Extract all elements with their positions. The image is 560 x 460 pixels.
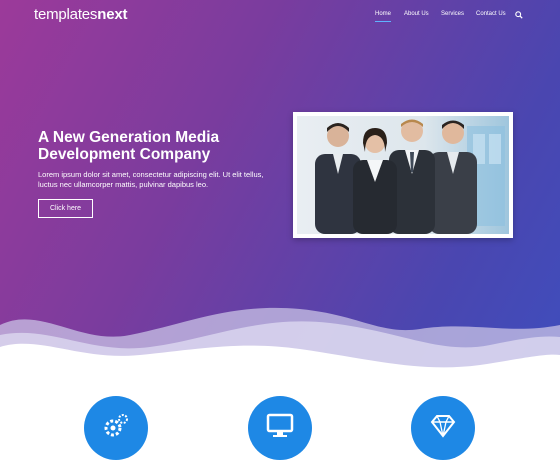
- feature-icon-1: [84, 396, 148, 460]
- hero-headline: A New Generation Media Development Compa…: [38, 129, 220, 163]
- nav-services[interactable]: Services: [441, 11, 464, 17]
- hero-subtext: Lorem ipsum dolor sit amet, consectetur …: [38, 170, 264, 189]
- business-team-photo: [297, 116, 509, 234]
- main-nav: Home About Us Services Contact Us: [0, 11, 560, 31]
- nav-contact-us[interactable]: Contact Us: [476, 11, 506, 17]
- hero-section: templatesnext Home About Us Services Con…: [0, 0, 560, 460]
- nav-home[interactable]: Home: [375, 11, 392, 22]
- feature-icon-3: [411, 396, 475, 460]
- hero-photo: [293, 112, 513, 238]
- click-here-button[interactable]: Click here: [38, 199, 93, 218]
- nav-about-us[interactable]: About Us: [404, 11, 429, 17]
- feature-icon-2: [248, 396, 312, 460]
- search-icon[interactable]: [515, 11, 523, 19]
